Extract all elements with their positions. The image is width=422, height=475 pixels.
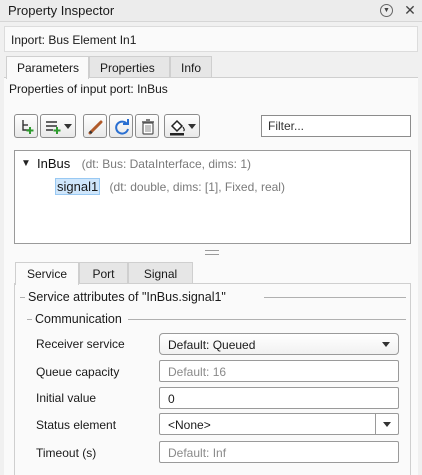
- timeout-label: Timeout (s): [36, 446, 97, 460]
- title-bar: Property Inspector ▼ ✕: [0, 0, 422, 22]
- tree-expander[interactable]: ▼: [21, 158, 31, 169]
- splitter-handle[interactable]: [205, 250, 219, 255]
- tab-label: Info: [181, 61, 202, 75]
- add-list-icon: [46, 121, 61, 134]
- window-title: Property Inspector: [8, 3, 115, 18]
- initial-value-field[interactable]: 0: [159, 387, 399, 409]
- section-label: Properties of input port: InBus: [9, 82, 168, 96]
- status-element-combobox[interactable]: <None>: [159, 413, 399, 435]
- tree-node-meta: (dt: double, dims: [1], Fixed, real): [109, 180, 285, 194]
- tree-node-name: signal1: [55, 178, 101, 195]
- tab-label: Port: [92, 267, 115, 281]
- tab-properties[interactable]: Properties: [89, 56, 170, 78]
- tab-signal[interactable]: Signal: [128, 262, 193, 284]
- initial-value-label: Initial value: [36, 391, 97, 405]
- queue-capacity-field[interactable]: Default: 16: [159, 360, 399, 382]
- tab-parameters[interactable]: Parameters: [6, 56, 89, 79]
- close-icon[interactable]: ✕: [402, 2, 418, 18]
- initial-value-value: 0: [168, 392, 175, 406]
- tab-label: Properties: [100, 61, 155, 75]
- tab-service[interactable]: Service: [15, 262, 79, 285]
- tab-port[interactable]: Port: [79, 262, 128, 284]
- tree-row-root[interactable]: InBus (dt: Bus: DataInterface, dims: 1): [37, 156, 251, 171]
- divider: [27, 319, 32, 320]
- divider: [128, 319, 406, 320]
- filter-input[interactable]: [261, 115, 411, 137]
- delete-button[interactable]: [135, 114, 159, 138]
- divider: [264, 297, 406, 298]
- divider: [20, 297, 25, 298]
- communication-group-title: Communication: [35, 312, 122, 326]
- tab-label: Parameters: [17, 61, 80, 75]
- edit-button[interactable]: [83, 114, 107, 138]
- chevron-down-icon: [188, 124, 196, 129]
- receiver-service-value: Default: Queued: [168, 338, 256, 352]
- chevron-down-icon: [64, 124, 72, 129]
- queue-capacity-placeholder: Default: 16: [168, 365, 227, 379]
- tab-label: Service: [26, 267, 67, 281]
- bus-element-tree: ▼ InBus (dt: Bus: DataInterface, dims: 1…: [14, 150, 411, 244]
- refresh-button[interactable]: [109, 114, 133, 138]
- tab-label: Signal: [143, 267, 178, 281]
- status-element-value: <None>: [168, 418, 211, 432]
- chevron-down-icon[interactable]: [383, 422, 391, 427]
- paint-bucket-icon: [170, 119, 185, 136]
- timeout-placeholder: Default: Inf: [168, 446, 227, 460]
- status-element-label: Status element: [36, 418, 117, 432]
- tab-info[interactable]: Info: [170, 56, 212, 78]
- receiver-service-label: Receiver service: [36, 337, 125, 351]
- pencil-icon: [88, 120, 103, 135]
- block-header: Inport: Bus Element In1: [4, 26, 418, 52]
- queue-capacity-label: Queue capacity: [36, 365, 120, 379]
- trash-icon: [142, 119, 154, 135]
- circle-chevron-down-icon[interactable]: ▼: [380, 4, 393, 17]
- divider: [375, 414, 376, 434]
- block-title: Inport: Bus Element In1: [11, 33, 137, 47]
- add-element-button[interactable]: [14, 114, 38, 138]
- highlight-button[interactable]: [164, 114, 200, 138]
- timeout-field[interactable]: Default: Inf: [159, 441, 399, 463]
- add-menu-button[interactable]: [40, 114, 76, 138]
- tree-row-signal1[interactable]: signal1 (dt: double, dims: [1], Fixed, r…: [55, 178, 285, 195]
- chevron-down-icon: [382, 342, 390, 347]
- receiver-service-dropdown[interactable]: Default: Queued: [159, 333, 399, 355]
- add-element-icon: [22, 120, 34, 134]
- tree-node-meta: (dt: Bus: DataInterface, dims: 1): [81, 157, 251, 171]
- tree-node-name: InBus: [37, 156, 71, 171]
- service-group-title: Service attributes of "InBus.signal1": [28, 290, 226, 304]
- refresh-icon: [115, 119, 129, 135]
